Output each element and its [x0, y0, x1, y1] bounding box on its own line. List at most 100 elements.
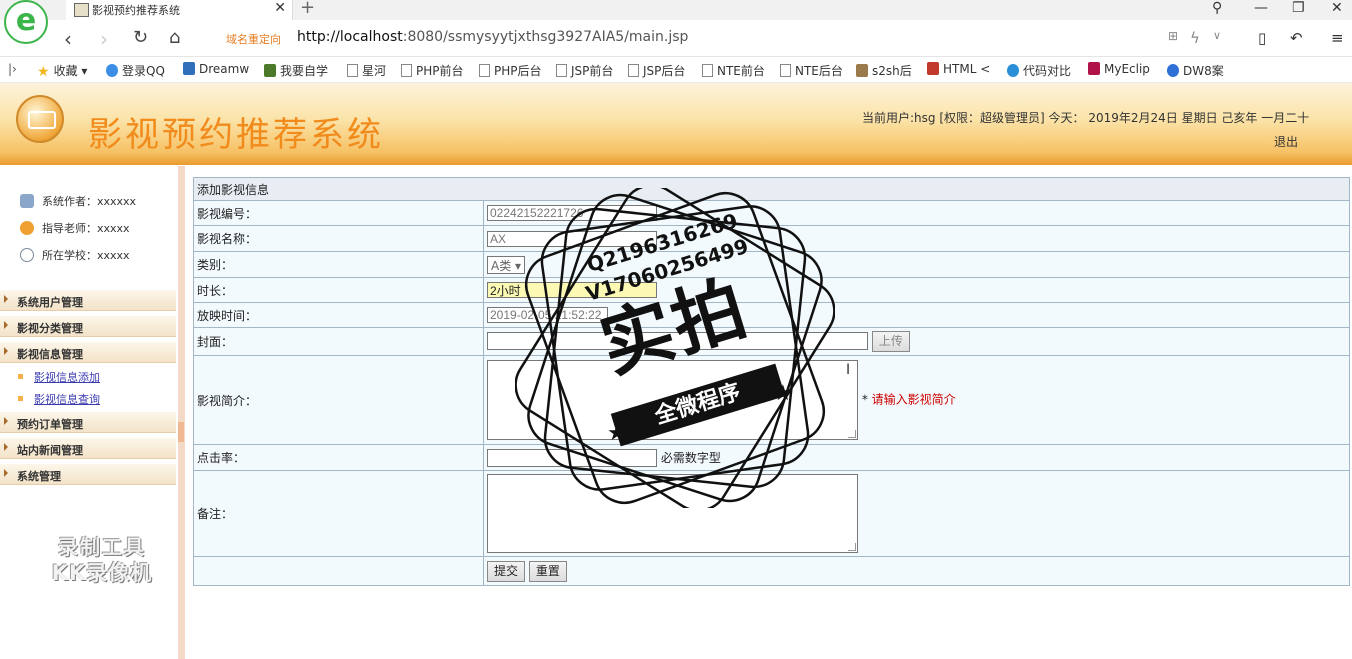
minimize-icon[interactable]: — — [1254, 0, 1268, 16]
paw-icon — [1167, 64, 1179, 77]
bookmark-nte-back[interactable]: NTE后台 — [780, 62, 843, 79]
field-label-name: 影视名称： — [193, 225, 484, 252]
close-tab-icon[interactable]: ✕ — [274, 0, 286, 16]
clickrate-hint: 必需数字型 — [660, 450, 721, 465]
intro-textarea[interactable] — [487, 360, 858, 440]
browser-tab[interactable]: 影视预约推荐系统 ✕ — [66, 0, 293, 20]
bookmark-php-back[interactable]: PHP后台 — [479, 62, 542, 79]
recorder-watermark: 录制工具 KK录像机 — [51, 535, 153, 585]
menu-order-management[interactable]: 预约订单管理 — [0, 412, 176, 433]
intro-hint: 请输入影视简介 — [871, 392, 956, 407]
address-bar[interactable]: http://localhost:8080/ssmysyytjxthsg3927… — [297, 29, 688, 45]
resize-grip-icon[interactable] — [848, 430, 856, 438]
bookmark-jsp-front[interactable]: JSP前台 — [556, 62, 613, 79]
bookmark-html[interactable]: HTML < — [927, 62, 990, 76]
cover-input[interactable] — [487, 332, 868, 350]
reset-button[interactable]: 重置 — [528, 560, 567, 582]
new-tab-button[interactable]: + — [300, 0, 315, 18]
page-icon — [347, 64, 358, 77]
upload-button[interactable]: 上传 — [871, 331, 910, 352]
back-icon[interactable]: ‹ — [64, 27, 72, 51]
clickrate-input[interactable] — [487, 448, 657, 467]
chevron-down-icon[interactable]: ∨ — [1213, 29, 1221, 42]
grid-icon[interactable]: ⊞ — [1168, 29, 1178, 43]
bookmark-nte-front[interactable]: NTE前台 — [702, 62, 765, 79]
field-label-duration: 时长： — [193, 277, 484, 303]
tab-title: 影视预约推荐系统 — [92, 4, 180, 17]
sidebar-toggle-icon[interactable]: |› — [8, 62, 17, 76]
page-icon — [702, 64, 713, 77]
movie-name-input[interactable] — [487, 230, 657, 247]
collapse-arrow-icon[interactable] — [178, 422, 184, 442]
field-label-clickrate: 点击率： — [193, 444, 484, 471]
reload-icon[interactable]: ↻ — [133, 27, 148, 48]
page-icon — [556, 64, 567, 77]
bookmark-myeclipse[interactable]: MyEclip — [1088, 62, 1150, 76]
field-label-showtime: 放映时间： — [193, 302, 484, 328]
menu-news-management[interactable]: 站内新闻管理 — [0, 438, 176, 459]
teacher-icon — [20, 221, 34, 235]
reader-icon[interactable]: ▯ — [1258, 29, 1266, 47]
required-mark: * — [660, 231, 667, 246]
author-info: 系统作者：xxxxxx — [20, 193, 136, 209]
field-label-cover: 封面： — [193, 327, 484, 356]
school-icon — [20, 248, 34, 262]
window-close-icon[interactable]: ✕ — [1331, 0, 1343, 16]
undo-icon[interactable]: ↶ — [1290, 29, 1303, 47]
add-movie-form: 添加影视信息 影视编号： 影视名称： * 类别： A类 ▾ 时长： 放映时间： … — [193, 177, 1350, 586]
diff-icon — [1007, 64, 1019, 77]
submenu-movie-query[interactable]: 影视信息查询 — [18, 391, 100, 407]
menu-category-management[interactable]: 影视分类管理 — [0, 316, 176, 337]
bookmark-php-front[interactable]: PHP前台 — [401, 62, 464, 79]
dropdown-arrow-icon: ▾ — [515, 258, 522, 273]
remark-textarea[interactable] — [487, 474, 858, 553]
app-header: 影视预约推荐系统 当前用户:hsg [权限：超级管理员] 今天： 2019年2月… — [0, 83, 1352, 165]
school-info: 所在学校：xxxxx — [20, 247, 130, 263]
redirect-badge: 域名重定向 — [226, 33, 281, 46]
bookmark-self-study[interactable]: 我要自学 — [264, 62, 328, 79]
resize-grip-icon[interactable] — [848, 543, 856, 551]
page-favicon-icon — [74, 3, 89, 17]
image-icon — [856, 64, 868, 77]
teacher-info: 指导老师：xxxxx — [20, 220, 130, 236]
bookmark-s2sh[interactable]: s2sh后 — [856, 62, 912, 79]
lightning-icon[interactable]: ϟ — [1190, 29, 1200, 47]
submenu-movie-add[interactable]: 影视信息添加 — [18, 369, 100, 385]
logout-link[interactable]: 退出 — [1274, 133, 1298, 150]
caret-right-icon — [4, 321, 8, 329]
dreamweaver-icon — [183, 62, 195, 75]
url-host: http://localhost — [297, 29, 403, 45]
restore-icon[interactable]: ❐ — [1292, 0, 1305, 16]
leaf-icon — [264, 64, 276, 77]
home-icon[interactable]: ⌂ — [169, 27, 180, 48]
bookmark-qq[interactable]: 登录QQ — [106, 62, 165, 79]
page-icon — [479, 64, 490, 77]
bookmark-dreamweaver[interactable]: Dreamw — [183, 62, 249, 76]
actions-label-cell — [193, 556, 484, 586]
submit-button[interactable]: 提交 — [487, 560, 526, 582]
bookmark-dw8[interactable]: DW8案 — [1167, 62, 1224, 79]
field-label-intro: 影视简介： — [193, 355, 484, 445]
showtime-input[interactable] — [487, 307, 608, 323]
bullet-icon — [18, 374, 23, 379]
caret-right-icon — [4, 469, 8, 477]
menu-user-management[interactable]: 系统用户管理 — [0, 290, 176, 311]
bookmark-xinghe[interactable]: 星河 — [347, 62, 386, 79]
qq-icon — [106, 64, 118, 77]
field-label-category: 类别： — [193, 251, 484, 278]
movie-id-input[interactable] — [487, 205, 657, 221]
menu-movie-management[interactable]: 影视信息管理 — [0, 342, 176, 363]
bookmark-jsp-back[interactable]: JSP后台 — [628, 62, 685, 79]
menu-icon[interactable]: ≡ — [1331, 29, 1344, 47]
duration-input[interactable] — [487, 282, 657, 298]
url-path: :8080/ssmysyytjxthsg3927AIA5/main.jsp — [402, 29, 689, 45]
shirt-skin-icon[interactable]: ⚲ — [1212, 0, 1222, 16]
browser-navbar: ‹ › ↻ ⌂ 域名重定向 http://localhost:8080/ssmy… — [0, 20, 1352, 57]
category-select[interactable]: A类 ▾ — [487, 255, 526, 274]
bookmark-favorites[interactable]: ★ 收藏 ▾ — [37, 62, 87, 80]
menu-system-management[interactable]: 系统管理 — [0, 464, 176, 485]
app-logo-icon — [16, 95, 64, 143]
forward-icon[interactable]: › — [100, 27, 108, 51]
bookmark-diff[interactable]: 代码对比 — [1007, 62, 1071, 79]
sidebar-splitter[interactable] — [178, 166, 185, 659]
